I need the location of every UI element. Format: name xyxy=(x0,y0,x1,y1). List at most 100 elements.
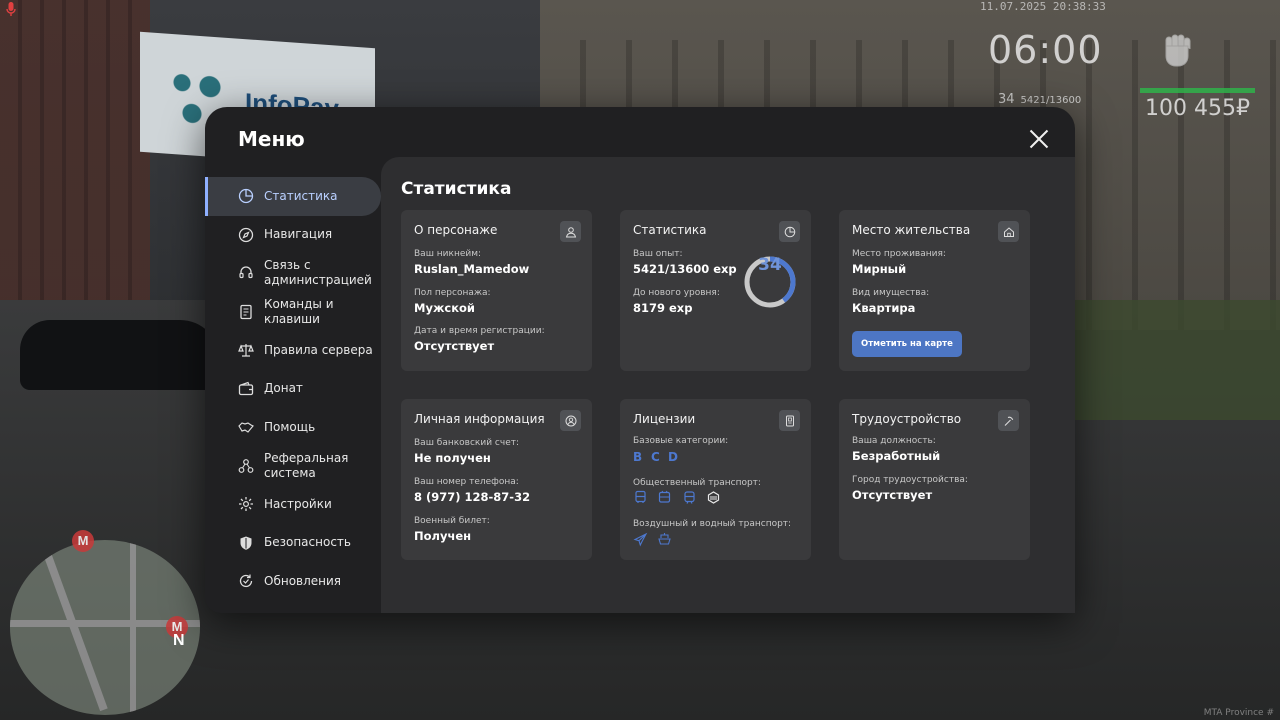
refresh-check-icon xyxy=(238,573,254,589)
sidebar-item-settings[interactable]: Настройки xyxy=(205,485,381,524)
microphone-icon xyxy=(6,2,16,20)
license-icon xyxy=(779,410,800,431)
residence-label: Место проживания: xyxy=(852,249,946,259)
grass-patch xyxy=(1075,300,1280,420)
mark-on-map-button[interactable]: Отметить на карте xyxy=(852,331,962,357)
category-b: B xyxy=(633,450,643,464)
card-employment: Трудоустройство Ваша должность: Безработ… xyxy=(839,399,1030,560)
next-level-label: До нового уровня: xyxy=(633,288,720,298)
card-title: О персонаже xyxy=(414,223,498,237)
sidebar-item-rules[interactable]: Правила сервера xyxy=(205,331,381,370)
pickaxe-icon xyxy=(998,410,1019,431)
menu-title: Меню xyxy=(238,127,305,151)
property-type-value: Квартира xyxy=(852,301,916,315)
work-city-value: Отсутствует xyxy=(852,488,933,502)
category-d: D xyxy=(668,450,678,464)
sidebar-item-navigation[interactable]: Навигация xyxy=(205,216,381,255)
position-label: Ваша должность: xyxy=(852,436,936,446)
sidebar-item-label: Безопасность xyxy=(264,535,351,550)
airplane-icon xyxy=(633,532,648,547)
pie-chart-icon xyxy=(779,221,800,242)
home-icon xyxy=(998,221,1019,242)
user-circle-icon xyxy=(560,410,581,431)
pie-chart-icon xyxy=(238,188,254,204)
sidebar-item-security[interactable]: Безопасность xyxy=(205,524,381,563)
referral-icon xyxy=(238,458,254,474)
phone-value: 8 (977) 128-87-32 xyxy=(414,490,531,504)
gender-value: Мужской xyxy=(414,301,475,315)
category-c: C xyxy=(651,450,660,464)
sidebar-item-label: Настройки xyxy=(264,496,332,511)
military-value: Получен xyxy=(414,529,472,543)
phone-label: Ваш номер телефона: xyxy=(414,477,519,487)
sidebar-item-label: Навигация xyxy=(264,227,333,242)
document-icon xyxy=(238,304,254,320)
menu-window: Меню Статистика Навигация Связь с админи… xyxy=(205,107,1075,613)
exp-value: 5421/13600 exp xyxy=(633,262,737,276)
close-icon[interactable] xyxy=(1029,129,1049,149)
sidebar-item-label: Статистика xyxy=(264,188,338,203)
sidebar-item-donate[interactable]: Донат xyxy=(205,370,381,409)
handshake-icon xyxy=(238,419,254,435)
card-personal-info: Личная информация Ваш банковский счет: Н… xyxy=(401,399,592,560)
headset-icon xyxy=(238,265,254,281)
parked-car xyxy=(20,320,220,390)
residence-value: Мирный xyxy=(852,262,907,276)
sidebar-item-statistics[interactable]: Статистика xyxy=(205,177,381,216)
card-statistics: Статистика Ваш опыт: 5421/13600 exp До н… xyxy=(620,210,811,371)
content-panel: Статистика О персонаже Ваш никнейм: Rusl… xyxy=(381,157,1075,613)
card-title: Трудоустройство xyxy=(852,412,962,426)
property-type-label: Вид имущества: xyxy=(852,288,930,298)
content-title: Статистика xyxy=(401,179,512,199)
user-icon xyxy=(560,221,581,242)
registration-label: Дата и время регистрации: xyxy=(414,326,545,336)
bus-icon xyxy=(633,490,648,505)
sidebar-item-label: Донат xyxy=(264,381,303,396)
sidebar-item-label: Команды и клавиши xyxy=(264,296,334,326)
trolleybus-icon xyxy=(657,490,672,505)
card-title: Статистика xyxy=(633,223,707,237)
sidebar-item-label: Обновления xyxy=(264,573,342,588)
card-character: О персонаже Ваш никнейм: Ruslan_Mamedow … xyxy=(401,210,592,371)
watermark: MTA Province # xyxy=(1203,708,1274,718)
public-transport-label: Общественный транспорт: xyxy=(633,478,761,488)
sidebar-item-referral[interactable]: Реферальная система xyxy=(205,447,381,486)
next-level-value: 8179 exp xyxy=(633,301,693,315)
sidebar-item-contact-admin[interactable]: Связь с администрацией xyxy=(205,254,381,293)
work-city-label: Город трудоустройства: xyxy=(852,475,968,485)
metro-train-icon xyxy=(706,490,721,505)
sidebar-item-help[interactable]: Помощь xyxy=(205,408,381,447)
gear-icon xyxy=(238,496,254,512)
compass-icon xyxy=(238,227,254,243)
exp-label: Ваш опыт: xyxy=(633,249,683,259)
health-bar xyxy=(1140,88,1255,93)
military-label: Военный билет: xyxy=(414,516,490,526)
hud-money: 100 455₽ xyxy=(1145,96,1250,121)
card-title: Личная информация xyxy=(414,412,545,426)
hud-date: 11.07.2025 20:38:33 xyxy=(980,0,1106,13)
sidebar-item-label: Правила сервера xyxy=(264,342,373,357)
metro-icon: М xyxy=(72,530,94,552)
wallet-icon xyxy=(238,381,254,397)
scales-icon xyxy=(238,342,254,358)
fist-icon xyxy=(1160,32,1194,79)
north-icon: N xyxy=(173,632,185,649)
sidebar: Статистика Навигация Связь с администрац… xyxy=(205,177,381,601)
boat-icon xyxy=(657,532,672,547)
sidebar-item-label: Связь с администрацией xyxy=(264,258,372,288)
bank-value: Не получен xyxy=(414,451,491,465)
hud-level: 34 5421/13600 xyxy=(998,92,1081,107)
air-water-label: Воздушный и водный транспорт: xyxy=(633,519,792,529)
card-title: Место жительства xyxy=(852,223,971,237)
sidebar-item-label: Реферальная система xyxy=(264,450,349,480)
building-left xyxy=(0,0,150,300)
hud-xp: 5421/13600 xyxy=(1020,95,1082,106)
nickname-label: Ваш никнейм: xyxy=(414,249,482,259)
sidebar-item-label: Помощь xyxy=(264,419,316,434)
card-residence: Место жительства Место проживания: Мирны… xyxy=(839,210,1030,371)
sidebar-item-commands[interactable]: Команды и клавиши xyxy=(205,293,381,332)
tram-icon xyxy=(682,490,697,505)
position-value: Безработный xyxy=(852,449,941,463)
registration-value: Отсутствует xyxy=(414,339,495,353)
sidebar-item-updates[interactable]: Обновления xyxy=(205,562,381,601)
